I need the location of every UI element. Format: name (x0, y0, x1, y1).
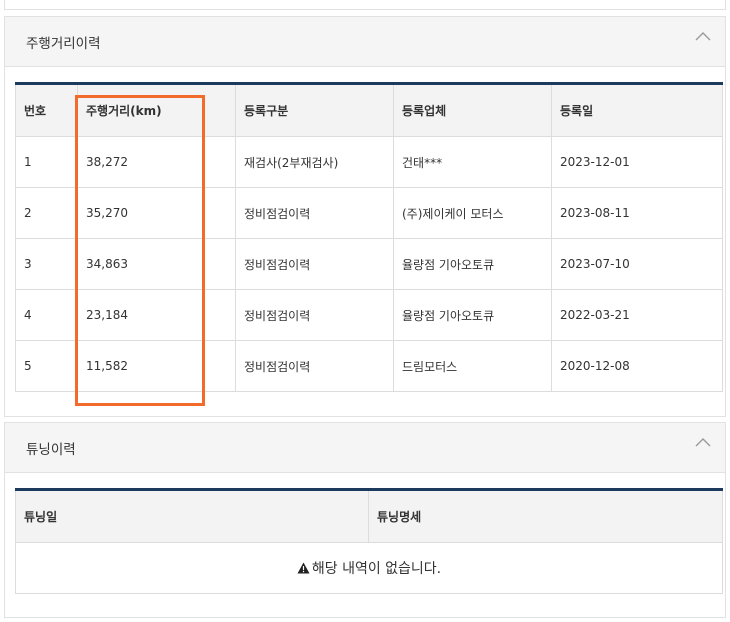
cell-no: 5 (15, 340, 78, 392)
cell-no: 2 (15, 187, 78, 239)
table-header-row: 튜닝일 튜닝명세 (15, 489, 723, 543)
column-header-type: 등록구분 (235, 83, 394, 137)
column-header-mileage: 주행거리(km) (77, 83, 236, 137)
empty-message: 해당 내역이 없습니다. (311, 561, 442, 577)
table-header-row: 번호 주행거리(km) 등록구분 등록업체 등록일 (15, 83, 723, 137)
column-header-company: 등록업체 (393, 83, 552, 137)
mileage-history-title: 주행거리이력 (26, 36, 101, 52)
cell-date: 2020-12-08 (551, 340, 723, 392)
cell-company: 드림모터스 (393, 340, 552, 392)
cell-type: 정비점검이력 (235, 187, 394, 239)
empty-row: 해당 내역이 없습니다. (15, 542, 723, 594)
cell-mileage: 11,582 (77, 340, 236, 392)
column-header-no: 번호 (15, 83, 78, 137)
tuning-history-table: 튜닝일 튜닝명세 해당 내역이 없습니다. (15, 488, 723, 594)
cell-type: 정비점검이력 (235, 340, 394, 392)
column-header-tuning-spec: 튜닝명세 (368, 489, 723, 543)
column-header-tuning-date: 튜닝일 (15, 489, 369, 543)
cell-type: 정비점검이력 (235, 238, 394, 290)
cell-company: (주)제이케이 모터스 (393, 187, 552, 239)
cell-company: 율량점 기아오토큐 (393, 238, 552, 290)
cell-mileage: 35,270 (77, 187, 236, 239)
mileage-history-panel: 주행거리이력 번호 주행거리(km) 등록구분 등록업체 등록일 1 38,27… (4, 16, 726, 417)
chevron-up-icon[interactable] (695, 435, 711, 451)
cell-mileage: 34,863 (77, 238, 236, 290)
cell-date: 2022-03-21 (551, 289, 723, 341)
cell-no: 1 (15, 136, 78, 188)
mileage-history-header[interactable]: 주행거리이력 (5, 17, 725, 67)
cell-company: 율량점 기아오토큐 (393, 289, 552, 341)
empty-message-cell: 해당 내역이 없습니다. (15, 542, 723, 594)
cell-type: 재검사(2부재검사) (235, 136, 394, 188)
cell-date: 2023-07-10 (551, 238, 723, 290)
cell-date: 2023-08-11 (551, 187, 723, 239)
table-row: 1 38,272 재검사(2부재검사) 건태*** 2023-12-01 (15, 136, 723, 188)
tuning-history-title: 튜닝이력 (26, 442, 76, 458)
mileage-history-table: 번호 주행거리(km) 등록구분 등록업체 등록일 1 38,272 재검사(2… (15, 82, 723, 392)
cell-company: 건태*** (393, 136, 552, 188)
cell-mileage: 23,184 (77, 289, 236, 341)
chevron-up-icon[interactable] (695, 29, 711, 45)
table-row: 2 35,270 정비점검이력 (주)제이케이 모터스 2023-08-11 (15, 187, 723, 239)
cell-date: 2023-12-01 (551, 136, 723, 188)
cell-type: 정비점검이력 (235, 289, 394, 341)
table-row: 4 23,184 정비점검이력 율량점 기아오토큐 2022-03-21 (15, 289, 723, 341)
cell-mileage: 38,272 (77, 136, 236, 188)
tuning-history-panel: 튜닝이력 튜닝일 튜닝명세 해당 내역이 없습니다. (4, 422, 726, 618)
table-row: 3 34,863 정비점검이력 율량점 기아오토큐 2023-07-10 (15, 238, 723, 290)
warning-icon (297, 561, 310, 577)
column-header-date: 등록일 (551, 83, 723, 137)
cell-no: 3 (15, 238, 78, 290)
tuning-history-header[interactable]: 튜닝이력 (5, 423, 725, 473)
previous-section-edge (4, 0, 726, 10)
cell-no: 4 (15, 289, 78, 341)
table-row: 5 11,582 정비점검이력 드림모터스 2020-12-08 (15, 340, 723, 392)
